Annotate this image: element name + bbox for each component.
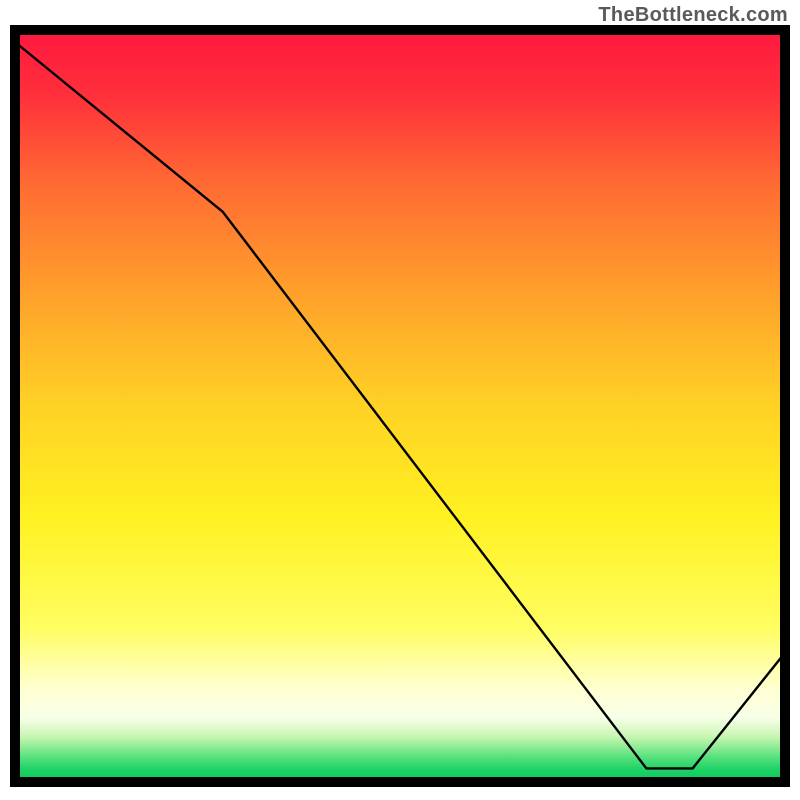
bottleneck-chart — [0, 0, 800, 800]
gradient-body — [20, 35, 780, 777]
chart-stage: TheBottleneck.com — [0, 0, 800, 800]
